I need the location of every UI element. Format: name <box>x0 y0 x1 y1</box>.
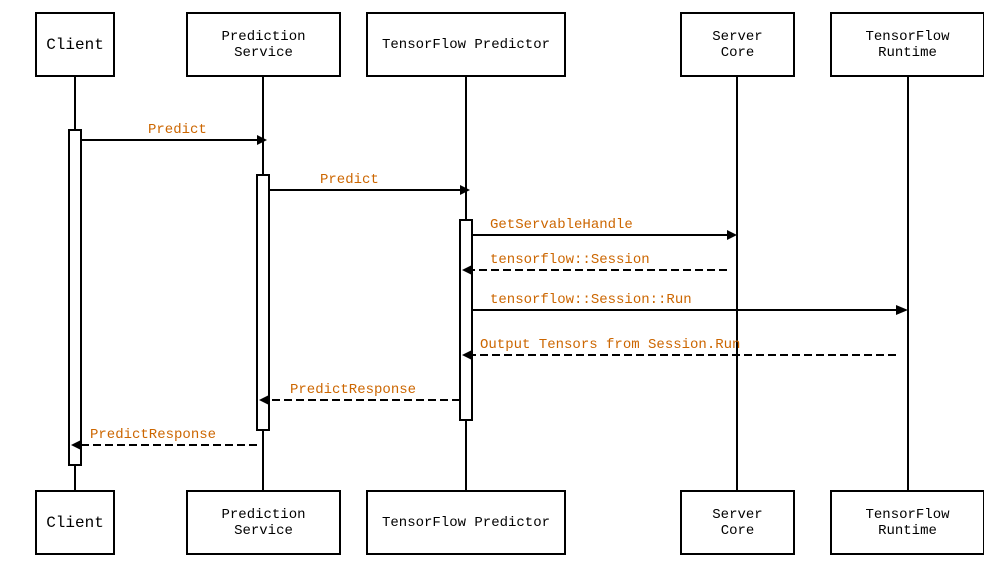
svg-text:tensorflow::Session::Run: tensorflow::Session::Run <box>490 292 692 308</box>
sequence-diagram: Predict Predict GetServableHandle tensor… <box>0 0 984 567</box>
svg-text:PredictResponse: PredictResponse <box>90 427 216 443</box>
arrows-svg: Predict Predict GetServableHandle tensor… <box>0 0 984 567</box>
tensorflow-runtime-box-bottom: TensorFlow Runtime <box>830 490 984 555</box>
client-box-bottom: Client <box>35 490 115 555</box>
svg-text:PredictResponse: PredictResponse <box>290 382 416 398</box>
svg-text:Predict: Predict <box>320 172 379 188</box>
prediction-service-box-top: Prediction Service <box>186 12 341 77</box>
svg-text:Predict: Predict <box>148 122 207 138</box>
tensorflow-predictor-box-bottom: TensorFlow Predictor <box>366 490 566 555</box>
client-box-top: Client <box>35 12 115 77</box>
svg-text:tensorflow::Session: tensorflow::Session <box>490 252 650 268</box>
prediction-service-box-bottom: Prediction Service <box>186 490 341 555</box>
server-core-box-top: Server Core <box>680 12 795 77</box>
tensorflow-predictor-box-top: TensorFlow Predictor <box>366 12 566 77</box>
svg-text:Output Tensors from Session.Ru: Output Tensors from Session.Run <box>480 337 740 353</box>
tensorflow-runtime-box-top: TensorFlow Runtime <box>830 12 984 77</box>
svg-text:GetServableHandle: GetServableHandle <box>490 217 633 233</box>
server-core-box-bottom: Server Core <box>680 490 795 555</box>
